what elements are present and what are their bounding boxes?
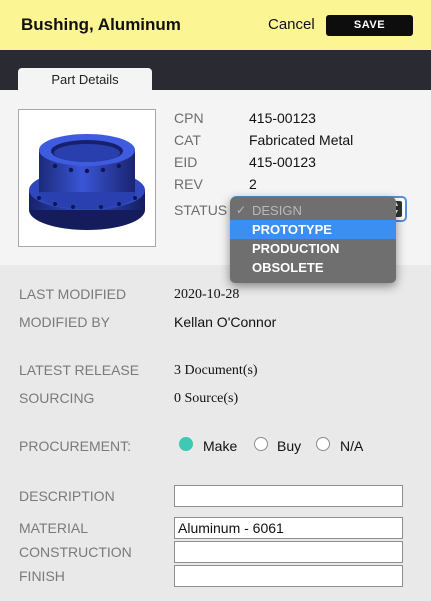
- procurement-buy-radio[interactable]: [254, 437, 268, 451]
- part-thumbnail: [18, 109, 156, 247]
- status-option-label: OBSOLETE: [252, 260, 324, 275]
- cancel-button[interactable]: Cancel: [268, 16, 315, 33]
- construction-input[interactable]: [174, 541, 403, 563]
- release-text: Document(s): [184, 363, 258, 378]
- source-count: 0: [174, 391, 181, 406]
- procurement-make-radio[interactable]: [179, 437, 193, 451]
- status-option-design[interactable]: ✓ DESIGN: [230, 201, 396, 220]
- rev-label: REV: [174, 176, 203, 192]
- status-option-production[interactable]: PRODUCTION: [230, 239, 396, 258]
- material-label: MATERIAL: [19, 520, 88, 536]
- sourcing-label: SOURCING: [19, 390, 95, 406]
- rev-value: 2: [249, 176, 257, 192]
- latest-release-value[interactable]: 3 Document(s): [174, 363, 258, 379]
- material-input[interactable]: [174, 517, 403, 539]
- cpn-value: 415-00123: [249, 110, 316, 126]
- modified-by-value: Kellan O'Connor: [174, 314, 277, 330]
- finish-label: FINISH: [19, 568, 65, 584]
- eid-value: 415-00123: [249, 154, 316, 170]
- status-option-label: PROTOTYPE: [252, 222, 332, 237]
- status-dropdown-menu: ✓ DESIGN PROTOTYPE PRODUCTION OBSOLETE: [230, 197, 396, 283]
- sourcing-value[interactable]: 0 Source(s): [174, 391, 238, 407]
- part-details-panel: CPN 415-00123 CAT Fabricated Metal EID 4…: [0, 90, 431, 283]
- source-text: Source(s): [184, 391, 239, 406]
- status-label: STATUS: [174, 202, 228, 218]
- procurement-make-label: Make: [203, 438, 238, 454]
- status-option-obsolete[interactable]: OBSOLETE: [230, 258, 396, 277]
- procurement-buy-label: Buy: [277, 438, 302, 454]
- construction-label: CONSTRUCTION: [19, 544, 132, 560]
- status-option-label: DESIGN: [252, 203, 302, 218]
- bushing-3d-model-icon: [29, 134, 145, 230]
- checkmark-icon: ✓: [236, 203, 247, 217]
- cat-label: CAT: [174, 132, 201, 148]
- cpn-label: CPN: [174, 110, 204, 126]
- description-input[interactable]: [174, 485, 403, 507]
- last-modified-value: 2020-10-28: [174, 287, 240, 302]
- last-modified-label: LAST MODIFIED: [19, 286, 127, 302]
- eid-label: EID: [174, 154, 198, 170]
- status-option-prototype[interactable]: PROTOTYPE: [230, 220, 396, 239]
- tab-bar: Part Details: [0, 50, 431, 90]
- procurement-na-label: N/A: [340, 438, 364, 454]
- finish-input[interactable]: [174, 565, 403, 587]
- status-option-label: PRODUCTION: [252, 241, 340, 256]
- procurement-na-radio[interactable]: [316, 437, 330, 451]
- procurement-label: PROCUREMENT:: [19, 438, 132, 454]
- page-title: Bushing, Aluminum: [21, 15, 181, 34]
- description-label: DESCRIPTION: [19, 488, 115, 504]
- release-count: 3: [174, 363, 181, 378]
- tab-part-details[interactable]: Part Details: [18, 68, 152, 90]
- cat-value: Fabricated Metal: [249, 132, 354, 148]
- save-button[interactable]: SAVE: [326, 15, 413, 36]
- latest-release-label: LATEST RELEASE: [19, 362, 140, 378]
- modified-by-label: MODIFIED BY: [19, 314, 111, 330]
- header-bar: Bushing, Aluminum Cancel SAVE: [0, 0, 431, 50]
